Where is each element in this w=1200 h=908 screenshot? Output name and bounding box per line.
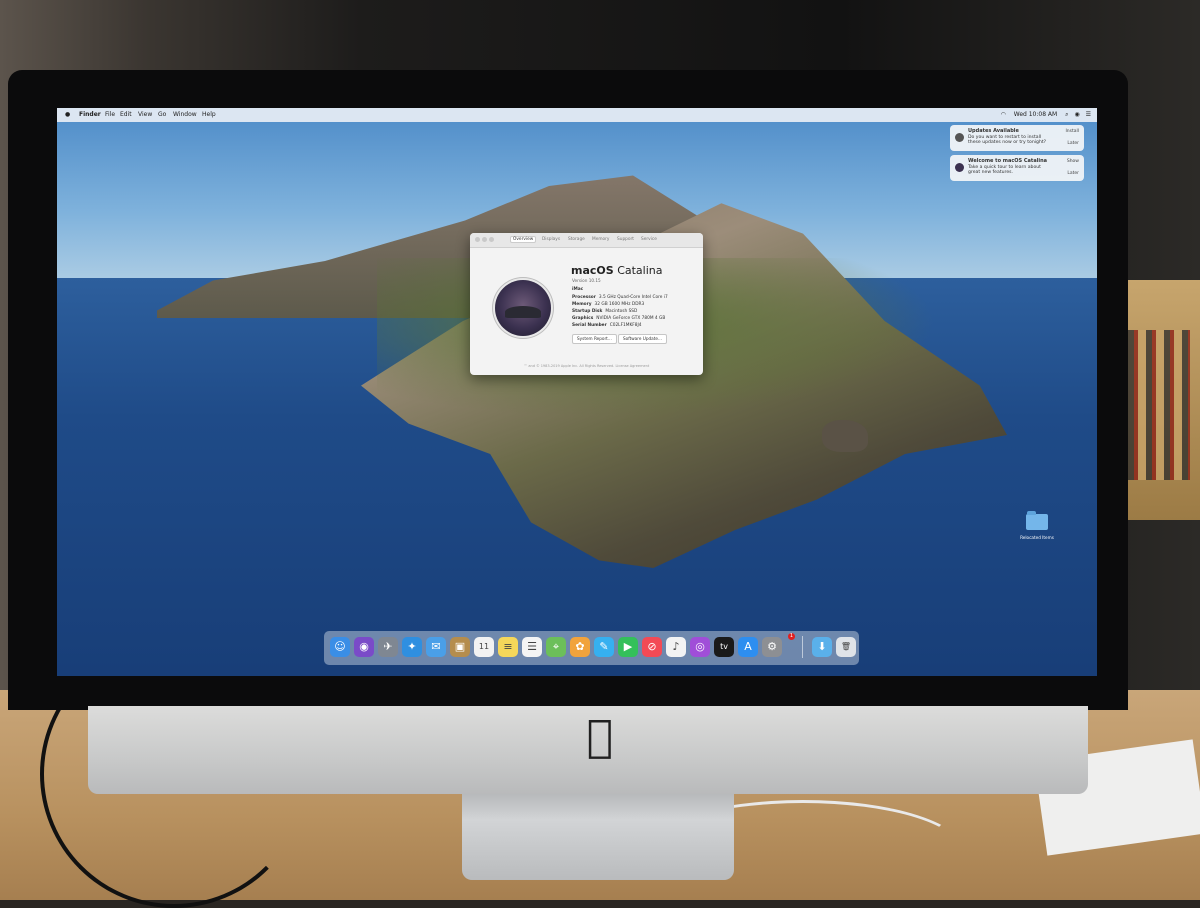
notification-center-icon[interactable]: ☰ [1086,111,1091,118]
zoom-window-button[interactable] [489,237,494,242]
macos-catalina-icon [495,280,551,336]
system-report-button[interactable]: System Report... [572,334,617,344]
spec-processor: Processor 3.5 GHz Quad-Core Intel Core i7 [572,295,668,300]
menu-help[interactable]: Help [202,108,216,122]
wifi-icon[interactable]: ◠ [1001,111,1006,118]
close-window-button[interactable] [475,237,480,242]
notification-title: Updates Available [968,128,1019,134]
system-preferences-icon[interactable]: ⚙ [762,637,782,657]
tab-storage[interactable]: Storage [568,237,585,242]
siri-menu-icon[interactable]: ◉ [1074,111,1079,118]
imac-stand [462,780,734,880]
reminders-icon[interactable]: ☰ [522,637,542,657]
tab-support[interactable]: Support [617,237,634,242]
apple-menu-icon[interactable]: ● [65,108,70,122]
tab-service[interactable]: Service [641,237,657,242]
menu-finder[interactable]: Finder [79,108,101,122]
launchpad-icon[interactable]: ✈ [378,637,398,657]
mail-icon[interactable]: ✉ [426,637,446,657]
downloads-folder-icon[interactable]: ⬇ [812,637,832,657]
safari-icon[interactable]: ✦ [402,637,422,657]
notification-body: Do you want to restart to install these … [968,135,1047,145]
notes-icon[interactable]: ≡ [498,637,518,657]
copyright-footer: ™ and © 1983-2019 Apple Inc. All Rights … [523,364,650,368]
relocated-items-folder-icon[interactable] [1026,511,1048,530]
finder-icon[interactable]: ☺ [330,637,350,657]
catalina-notification-icon [955,163,964,172]
app-store-icon[interactable]: A [738,637,758,657]
spec-startup-disk: Startup Disk Macintosh SSD [572,309,638,314]
spec-serial-number: Serial Number C02LF1MKF8J4 [572,323,642,328]
music-icon[interactable]: ♪ [666,637,686,657]
about-tab-bar: Overview Displays Storage Memory Support… [470,233,703,248]
menu-bar: ● Finder File Edit View Go Window Help ◠… [57,108,1097,122]
os-version: Version 10.15 [572,278,601,283]
imac-screen: ● Finder File Edit View Go Window Help ◠… [57,108,1097,676]
install-button[interactable]: Install [1065,129,1079,134]
about-this-mac-window[interactable]: Overview Displays Storage Memory Support… [470,233,703,375]
wallpaper-rock [822,420,868,452]
messages-icon[interactable]: ✎ [594,637,614,657]
folder-label[interactable]: Relocated Items [1007,535,1067,540]
menu-file[interactable]: File [105,108,115,122]
later-button[interactable]: Later [1067,141,1079,146]
facetime-icon[interactable]: ▶ [618,637,638,657]
spec-memory: Memory 32 GB 1600 MHz DDR3 [572,302,645,307]
search-icon[interactable]: ⌕ [1065,111,1068,118]
software-update-icon [955,133,964,142]
contacts-icon[interactable]: ▣ [450,637,470,657]
photos-icon[interactable]: ✿ [570,637,590,657]
mac-model: iMac [572,287,584,292]
notification-title: Welcome to macOS Catalina [968,158,1048,164]
trash-icon[interactable]: 🗑 [836,637,856,657]
menu-go[interactable]: Go [158,108,166,122]
minimize-window-button[interactable] [482,237,487,242]
spec-graphics: Graphics NVIDIA GeForce GTX 780M 4 GB [572,316,666,321]
os-name: macOS Catalina [571,264,663,277]
siri-icon[interactable]: ◉ [354,637,374,657]
menu-edit[interactable]: Edit [120,108,132,122]
notification-body: Take a quick tour to learn about great n… [968,165,1041,175]
apple-logo-icon:  [575,712,625,762]
dock-separator [802,636,803,658]
software-update-button[interactable]: Software Update... [618,334,667,344]
tab-displays[interactable]: Displays [542,237,560,242]
podcasts-icon[interactable]: ◎ [690,637,710,657]
menu-clock[interactable]: Wed 10:08 AM [1014,111,1057,118]
show-button[interactable]: Show [1067,159,1079,164]
calendar-icon[interactable]: 11 [474,637,494,657]
maps-icon[interactable]: ⌖ [546,637,566,657]
later-button[interactable]: Later [1067,171,1079,176]
tab-overview[interactable]: Overview [510,236,537,243]
tab-memory[interactable]: Memory [592,237,609,242]
notification-welcome[interactable]: Welcome to macOS Catalina Take a quick t… [950,155,1084,181]
menu-window[interactable]: Window [173,108,197,122]
notification-updates[interactable]: Updates Available Do you want to restart… [950,125,1084,151]
dock: ☺ ◉ ✈ ✦ ✉ ▣ 11 ≡ ☰ ⌖ ✿ ✎ ▶ ⊘ ♪ ◎ tv A ⚙ ⬇ 🗑 1 [324,631,859,665]
news-icon[interactable]: ⊘ [642,637,662,657]
tv-icon[interactable]: tv [714,637,734,657]
notification-badge: 1 [788,633,795,640]
menu-view[interactable]: View [138,108,152,122]
